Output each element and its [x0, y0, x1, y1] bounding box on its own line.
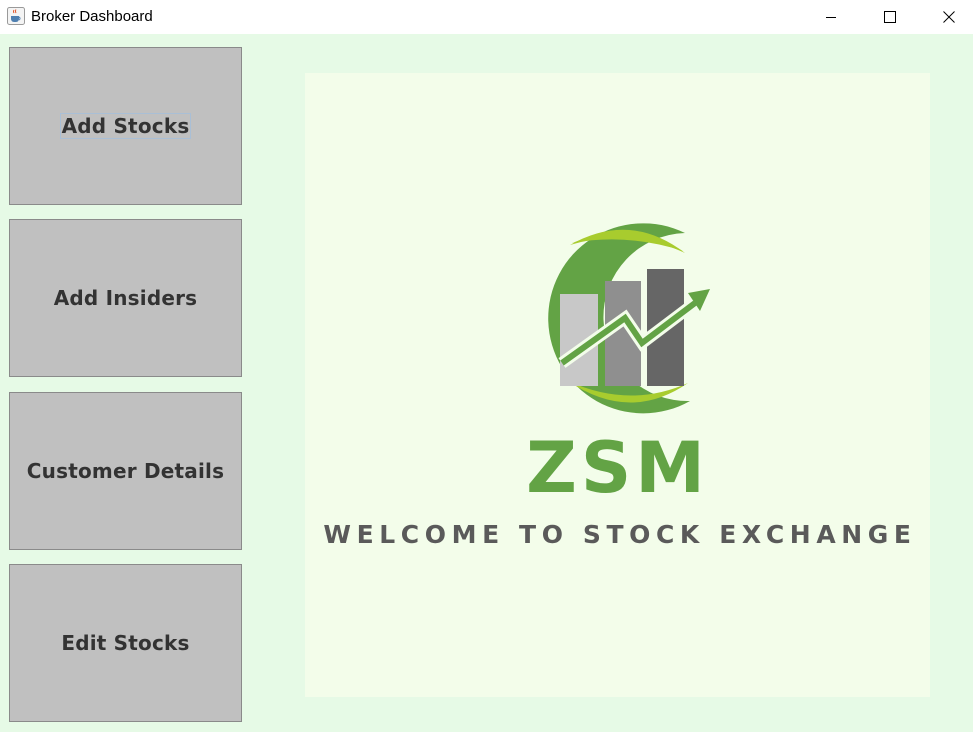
close-icon [943, 11, 955, 23]
rising-bar-chart-arrow-icon [548, 223, 710, 414]
close-button[interactable] [926, 0, 972, 34]
customer-details-label: Customer Details [26, 459, 225, 483]
maximize-button[interactable] [867, 0, 913, 34]
minimize-icon [826, 17, 836, 18]
logo-panel: ZSM WELCOME TO STOCK EXCHANGE [305, 73, 930, 697]
brand-name: ZSM [526, 427, 709, 509]
minimize-button[interactable] [808, 0, 854, 34]
window-title: Broker Dashboard [31, 8, 153, 25]
welcome-tagline: WELCOME TO STOCK EXCHANGE [323, 520, 917, 549]
add-insiders-button[interactable]: Add Insiders [9, 219, 242, 377]
title-bar: Broker Dashboard [0, 0, 973, 34]
edit-stocks-button[interactable]: Edit Stocks [9, 564, 242, 722]
java-coffee-cup-icon[interactable] [7, 7, 25, 25]
maximize-icon [884, 11, 896, 23]
add-stocks-button[interactable]: Add Stocks [9, 47, 242, 205]
add-insiders-label: Add Insiders [53, 286, 198, 310]
edit-stocks-label: Edit Stocks [61, 631, 190, 655]
add-stocks-label: Add Stocks [59, 113, 192, 139]
customer-details-button[interactable]: Customer Details [9, 392, 242, 550]
